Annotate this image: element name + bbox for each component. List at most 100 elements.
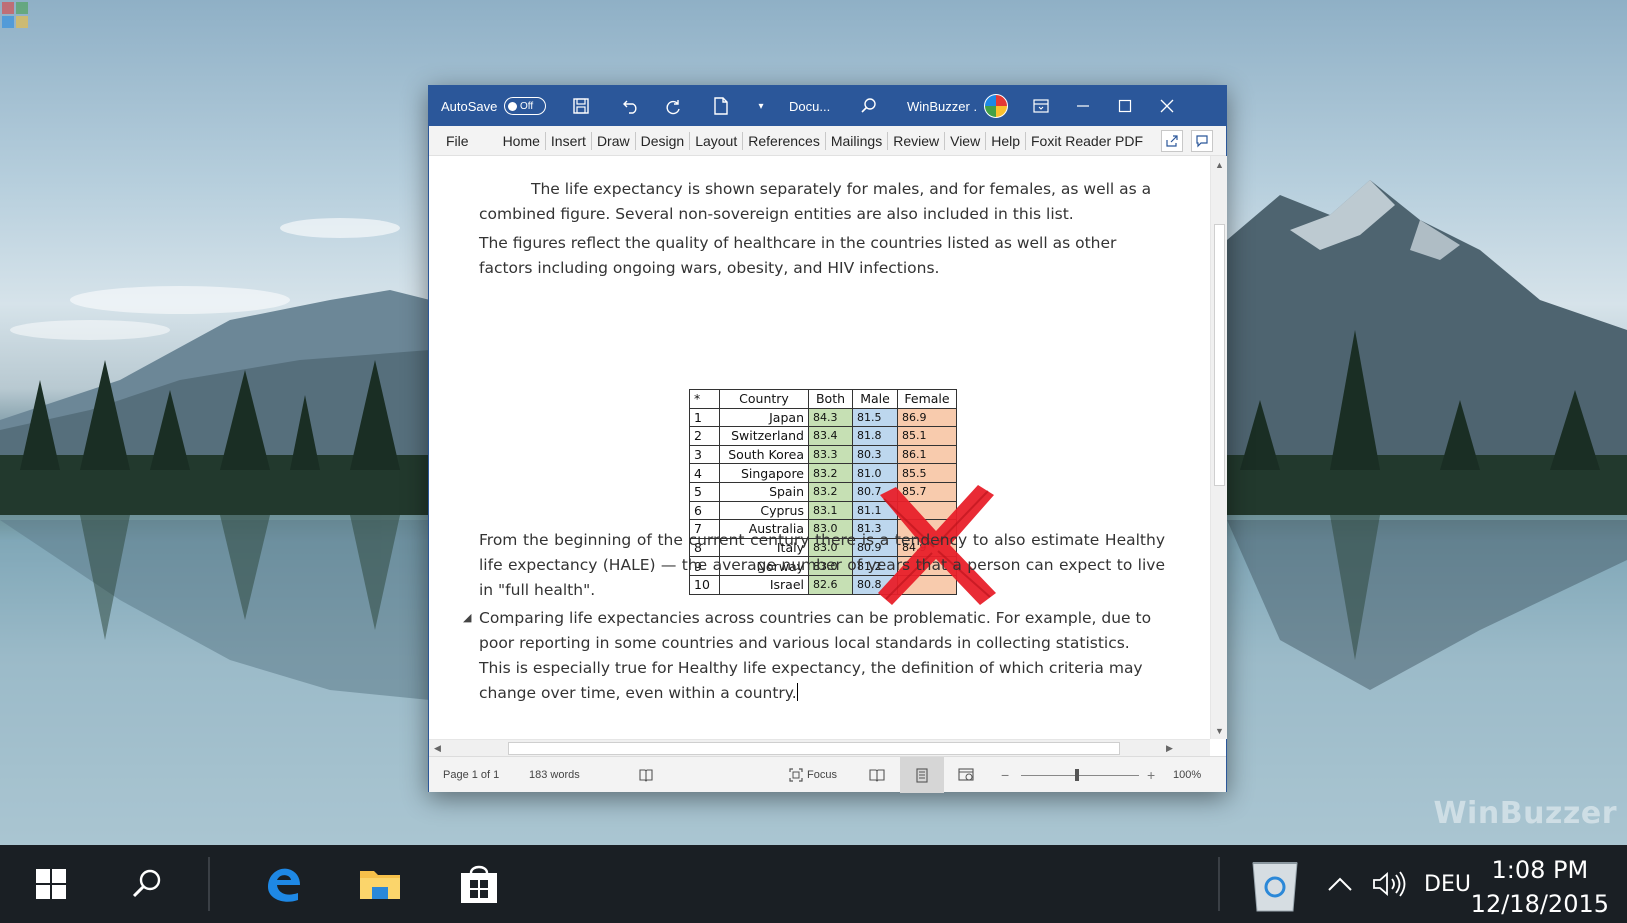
show-hidden-icons-icon[interactable] (1320, 845, 1360, 923)
scroll-up-icon[interactable]: ▲ (1211, 156, 1228, 173)
winbuzzer-logo-icon (2, 2, 28, 28)
male-cell: 81.8 (852, 426, 898, 446)
tab-draw[interactable]: Draw (592, 126, 635, 156)
user-name[interactable]: WinBuzzer . (907, 86, 977, 126)
table-header-row: * Country Both Male Female (689, 389, 957, 409)
both-cell: 83.2 (808, 481, 853, 502)
country-cell: Cyprus (719, 500, 809, 521)
redo-icon[interactable] (661, 86, 685, 126)
both-cell: 83.1 (808, 500, 853, 521)
share-icon[interactable] (1161, 130, 1183, 152)
collapse-heading-icon[interactable]: ◢ (463, 611, 471, 624)
title-bar: AutoSave Off ▾ Docu... WinBuzzer . (429, 86, 1226, 126)
tab-insert[interactable]: Insert (546, 126, 591, 156)
tab-help[interactable]: Help (986, 126, 1025, 156)
clock-time: 1:08 PM (1491, 856, 1589, 884)
focus-icon (789, 768, 803, 782)
horizontal-scrollbar[interactable]: ◀ ▶ (429, 739, 1210, 756)
new-document-icon[interactable] (709, 86, 733, 126)
proofing-icon[interactable] (638, 757, 654, 793)
tab-references[interactable]: References (743, 126, 825, 156)
edge-browser-icon[interactable] (250, 845, 316, 923)
female-cell: 85.1 (897, 426, 957, 446)
both-cell: 84.3 (808, 407, 853, 428)
document-page[interactable]: The life expectancy is shown separately … (429, 156, 1210, 739)
male-cell: 80.3 (852, 444, 898, 465)
rank-cell: 5 (689, 481, 720, 502)
comments-icon[interactable] (1191, 130, 1213, 152)
print-layout-icon[interactable] (900, 757, 944, 793)
rank-cell: 6 (689, 500, 720, 521)
focus-mode-button[interactable]: Focus (789, 757, 837, 793)
vertical-scrollbar[interactable]: ▲ ▼ (1210, 156, 1227, 739)
zoom-in-icon[interactable]: + (1147, 757, 1155, 793)
tab-home[interactable]: Home (498, 126, 545, 156)
tab-view[interactable]: View (945, 126, 985, 156)
table-row: 1 Japan 84.3 81.5 86.9 (689, 407, 957, 428)
table-row: 3 South Korea 83.3 80.3 86.1 (689, 444, 957, 465)
volume-icon[interactable] (1368, 845, 1412, 923)
taskbar-divider (208, 857, 210, 911)
undo-icon[interactable] (619, 86, 643, 126)
maximize-icon[interactable] (1113, 86, 1137, 126)
input-language-indicator[interactable]: DEU (1424, 845, 1471, 923)
file-explorer-icon[interactable] (347, 845, 413, 923)
tab-mailings[interactable]: Mailings (826, 126, 887, 156)
tab-file[interactable]: File (441, 126, 474, 156)
autosave-toggle[interactable]: Off (504, 86, 546, 126)
search-button[interactable] (114, 845, 180, 923)
country-cell: Spain (719, 481, 809, 502)
start-button[interactable] (18, 845, 84, 923)
table-row: 2 Switzerland 83.4 81.8 85.1 (689, 426, 957, 446)
scroll-down-icon[interactable]: ▼ (1211, 722, 1228, 739)
scroll-right-icon[interactable]: ▶ (1161, 740, 1178, 757)
zoom-out-icon[interactable]: − (1001, 757, 1009, 793)
page-count[interactable]: Page 1 of 1 (443, 757, 499, 793)
zoom-slider-thumb[interactable] (1075, 768, 1079, 781)
word-count[interactable]: 183 words (529, 757, 580, 793)
store-icon[interactable] (446, 845, 512, 923)
tab-review[interactable]: Review (888, 126, 944, 156)
zoom-level[interactable]: 100% (1173, 757, 1201, 793)
system-clock[interactable]: 1:08 PM 12/18/2015 (1471, 853, 1609, 921)
zoom-slider[interactable] (1021, 757, 1139, 793)
windows-logo-icon (36, 869, 66, 899)
vertical-scroll-thumb[interactable] (1214, 224, 1225, 486)
header-female: Female (897, 389, 957, 409)
customize-toolbar-icon[interactable]: ▾ (751, 86, 771, 126)
header-rank: * (689, 389, 720, 409)
recycle-bin-icon[interactable] (1240, 845, 1310, 923)
scroll-left-icon[interactable]: ◀ (429, 740, 446, 757)
ribbon-display-options-icon[interactable] (1029, 86, 1053, 126)
paragraph-life-expectancy[interactable]: The life expectancy is shown separately … (479, 177, 1165, 227)
tab-design[interactable]: Design (636, 126, 690, 156)
paragraph-figures[interactable]: The figures reflect the quality of healt… (479, 231, 1165, 281)
country-cell: South Korea (719, 444, 809, 465)
autosave-state: Off (520, 100, 534, 112)
header-both: Both (808, 389, 853, 409)
save-icon[interactable] (569, 86, 593, 126)
horizontal-scroll-thumb[interactable] (508, 742, 1120, 755)
ribbon-tabs: File Home Insert Draw Design Layout Refe… (429, 126, 1226, 156)
both-cell: 83.2 (808, 463, 853, 483)
close-icon[interactable] (1155, 86, 1179, 126)
clock-date: 12/18/2015 (1470, 890, 1609, 918)
country-cell: Japan (719, 407, 809, 428)
tab-layout[interactable]: Layout (690, 126, 742, 156)
paragraph-hale[interactable]: From the beginning of the current centur… (479, 528, 1165, 603)
focus-label: Focus (807, 769, 837, 781)
avatar[interactable] (982, 86, 1010, 126)
web-layout-icon[interactable] (954, 757, 978, 793)
document-title: Docu... (789, 98, 831, 114)
paragraph-comparing[interactable]: Comparing life expectancies across count… (479, 606, 1165, 706)
female-cell: 85.5 (897, 463, 957, 483)
search-icon[interactable] (857, 86, 881, 126)
female-cell: 86.9 (897, 407, 957, 428)
read-mode-icon[interactable] (865, 757, 889, 793)
rank-cell: 2 (689, 426, 720, 446)
female-cell: 86.1 (897, 444, 957, 465)
status-bar: Page 1 of 1 183 words Focus − + 100% (429, 756, 1226, 793)
minimize-icon[interactable] (1071, 86, 1095, 126)
rank-cell: 1 (689, 407, 720, 428)
tab-foxit-reader-pdf[interactable]: Foxit Reader PDF (1026, 126, 1148, 156)
